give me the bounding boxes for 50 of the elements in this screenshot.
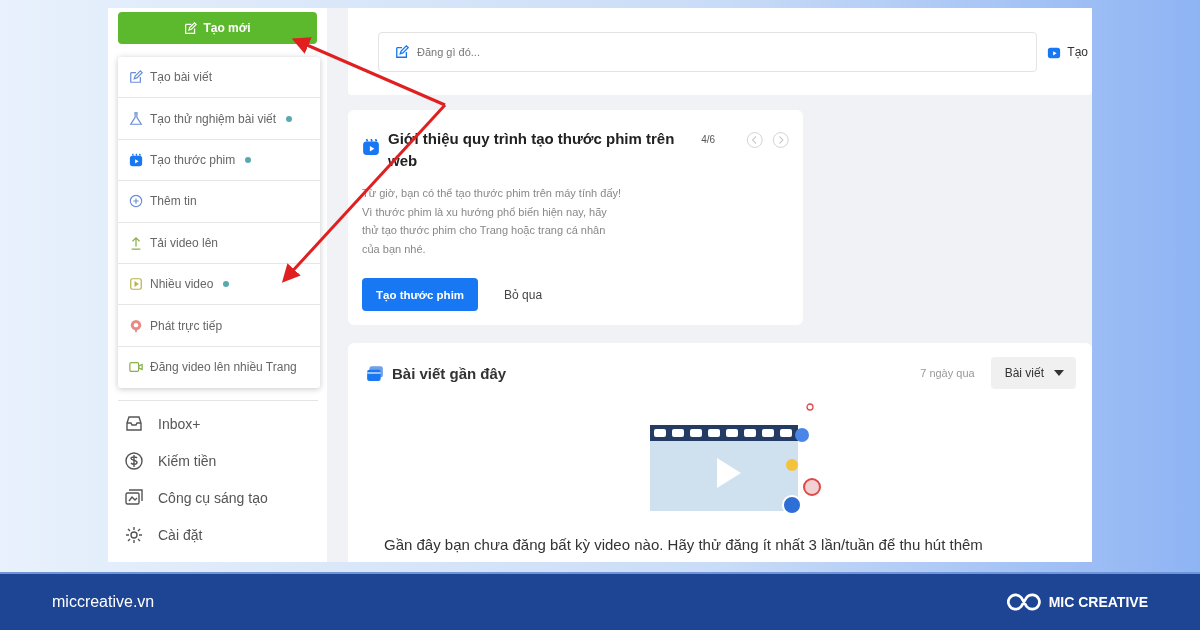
edit-icon (395, 44, 409, 59)
menu-item[interactable]: Thêm tin (118, 181, 320, 223)
video-file-icon (129, 277, 143, 292)
sidebar-item[interactable]: Inbox+ (118, 405, 317, 443)
menu-item-label: Tạo thước phim (150, 152, 236, 167)
menu-item[interactable]: Tạo thước phim (118, 139, 320, 182)
menu-item[interactable]: Tạo thử nghiệm bài viết (118, 98, 320, 140)
live-icon (129, 318, 143, 333)
flask-icon (129, 111, 143, 126)
reel-icon (362, 138, 380, 156)
menu-item-label: Nhiều video (150, 277, 214, 292)
date-range-label: 7 ngày qua (920, 367, 975, 379)
previous-icon[interactable] (746, 131, 764, 149)
settings-icon (124, 524, 144, 545)
filter-dropdown[interactable]: Bài viết (990, 357, 1076, 389)
image-stack-icon (124, 487, 144, 508)
menu-item-label: Đăng video lên nhiều Trang (150, 360, 297, 375)
infinity-logo-icon (1004, 591, 1041, 613)
section-title: Bài viết gần đây (392, 364, 508, 382)
menu-item[interactable]: Phát trực tiếp (118, 305, 320, 347)
menu-item[interactable]: Nhiều video (118, 263, 320, 306)
website-address: miccreative.vn (52, 593, 155, 611)
page-counter: 4/6 (701, 134, 717, 145)
menu-item[interactable]: Tạo bài viết (118, 57, 320, 99)
menu-item-label: Thêm tin (150, 194, 197, 209)
dollar-icon (124, 450, 144, 471)
next-icon[interactable] (771, 131, 789, 149)
reel-icon (129, 152, 143, 167)
create-reel-button[interactable]: Tạo thước phim (362, 278, 479, 311)
plus-circle-icon (129, 194, 143, 209)
edit-icon (129, 70, 143, 85)
menu-item[interactable]: Đăng video lên nhiều Trang (118, 346, 320, 389)
posts-icon (366, 364, 384, 382)
sidebar-item[interactable]: Công cụ sáng tạo (118, 479, 317, 517)
skip-button[interactable]: Bỏ qua (498, 286, 549, 303)
post-input-field[interactable]: Đăng gì đó... (378, 31, 1038, 72)
menu-item-label: Tải video lên (150, 235, 219, 250)
caret-icon (1054, 370, 1064, 376)
brand-name: MIC CREATIVE (1048, 594, 1148, 610)
empty-state-message: Gần đây bạn chưa đăng bất kỳ video nào. Hãy thử đăng ít nhất 3 lần/tuần để thu hút thêm (384, 536, 984, 553)
video-camera-icon (129, 360, 143, 375)
menu-item[interactable]: Tải video lên (118, 222, 320, 264)
inbox-icon (124, 413, 144, 434)
edit-icon (184, 21, 198, 35)
menu-item-label: Tạo bài viết (150, 70, 213, 85)
sidebar-item[interactable]: Cài đặt (118, 516, 317, 554)
upload-icon (129, 235, 143, 250)
menu-item-label: Phát trực tiếp (150, 318, 223, 333)
sidebar-item[interactable]: Kiếm tiền (118, 442, 317, 480)
menu-item-label: Tạo thử nghiệm bài viết (150, 111, 277, 126)
